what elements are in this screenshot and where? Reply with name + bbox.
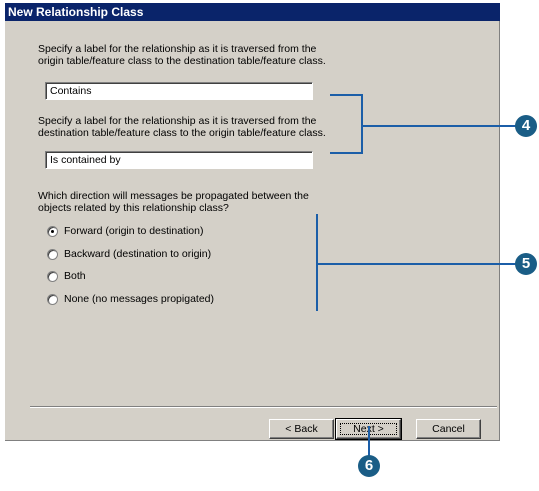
callout-4-badge: 4 <box>515 115 537 137</box>
forward-label-prompt-line2: origin table/feature class to the destin… <box>38 55 326 67</box>
callout-4-bracket-top <box>330 94 363 96</box>
callout-5-leader-line <box>318 263 518 265</box>
forward-label-prompt: Specify a label for the relationship as … <box>38 43 326 67</box>
cancel-button[interactable]: Cancel <box>416 419 481 439</box>
callout-4-leader-line <box>363 125 518 127</box>
radio-both-label: Both <box>64 270 86 282</box>
messages-prompt: Which direction will messages be propaga… <box>38 190 309 214</box>
radio-forward-label: Forward (origin to destination) <box>64 225 204 237</box>
forward-label-field[interactable]: Contains <box>45 82 313 100</box>
radio-backward-button[interactable] <box>47 248 58 260</box>
new-relationship-class-dialog: New Relationship Class Specify a label f… <box>5 3 500 441</box>
backward-label-prompt-line1: Specify a label for the relationship as … <box>38 115 317 127</box>
radio-forward[interactable]: Forward (origin to destination) <box>47 224 203 238</box>
callout-5-badge: 5 <box>515 253 537 275</box>
button-separator <box>30 406 497 408</box>
radio-forward-button[interactable] <box>47 225 58 237</box>
callout-6-badge: 6 <box>358 455 380 477</box>
forward-label-prompt-line1: Specify a label for the relationship as … <box>38 43 317 55</box>
radio-none-button[interactable] <box>47 293 58 305</box>
backward-label-prompt-line2: destination table/feature class to the o… <box>38 127 326 139</box>
callout-6-leader-line <box>368 426 370 456</box>
radio-none[interactable]: None (no messages propigated) <box>47 292 214 306</box>
backward-label-field[interactable]: Is contained by <box>45 151 313 169</box>
radio-backward[interactable]: Backward (destination to origin) <box>47 247 211 261</box>
radio-none-label: None (no messages propigated) <box>64 293 215 305</box>
radio-backward-label: Backward (destination to origin) <box>64 248 212 260</box>
callout-4-bracket-vertical <box>361 94 363 154</box>
callout-4-bracket-bottom <box>330 152 363 154</box>
backward-label-prompt: Specify a label for the relationship as … <box>38 115 326 139</box>
radio-both[interactable]: Both <box>47 269 86 283</box>
messages-prompt-line2: objects related by this relationship cla… <box>38 202 229 214</box>
back-button[interactable]: < Back <box>269 419 334 439</box>
dialog-title: New Relationship Class <box>5 3 500 21</box>
radio-both-button[interactable] <box>47 270 58 282</box>
messages-prompt-line1: Which direction will messages be propaga… <box>38 190 309 202</box>
